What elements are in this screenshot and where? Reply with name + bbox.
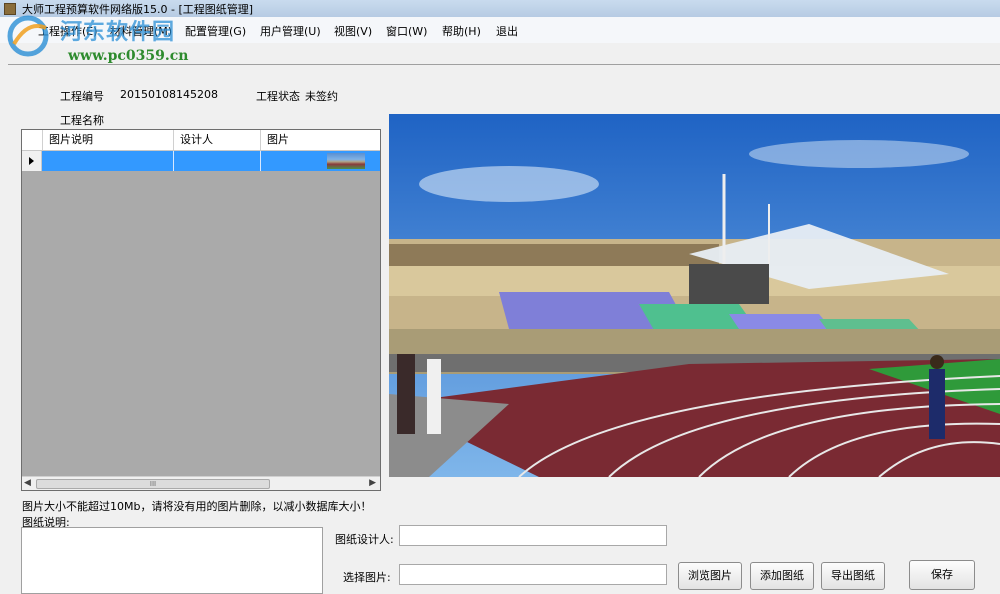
scroll-left-icon[interactable]: ◀ <box>24 478 31 488</box>
drawings-grid[interactable]: 图片说明 设计人 图片 ◀ III ▶ <box>21 129 381 491</box>
column-header-desc[interactable]: 图片说明 <box>43 130 174 150</box>
menu-config[interactable]: 配置管理(G) <box>185 23 246 39</box>
column-header-image[interactable]: 图片 <box>261 130 380 150</box>
save-button[interactable]: 保存 <box>909 560 975 590</box>
grid-header: 图片说明 设计人 图片 <box>22 130 380 151</box>
scroll-right-icon[interactable]: ▶ <box>369 478 376 488</box>
project-number-label: 工程编号 <box>60 90 104 103</box>
image-thumbnail <box>327 153 365 169</box>
project-number-value: 20150108145208 <box>120 88 218 101</box>
row-pointer-icon <box>22 151 42 171</box>
select-image-label: 选择图片: <box>343 571 391 584</box>
menu-user[interactable]: 用户管理(U) <box>260 23 321 39</box>
menu-exit[interactable]: 退出 <box>496 23 518 39</box>
table-row[interactable] <box>22 151 380 171</box>
menu-window[interactable]: 窗口(W) <box>386 23 427 39</box>
watermark-url: www.pc0359.cn <box>68 48 189 64</box>
drawing-preview-image <box>389 114 1000 477</box>
watermark-logo-icon <box>7 15 49 57</box>
selected-row-cells[interactable] <box>42 151 380 171</box>
add-drawing-button[interactable]: 添加图纸 <box>750 562 814 590</box>
menu-help[interactable]: 帮助(H) <box>442 23 481 39</box>
project-status-value: 未签约 <box>305 90 338 103</box>
divider <box>8 64 1000 65</box>
designer-label: 图纸设计人: <box>335 533 394 546</box>
project-status-label: 工程状态 <box>256 90 300 103</box>
size-notice: 图片大小不能超过10Mb，请将没有用的图片删除，以减小数据库大小！ <box>22 500 372 513</box>
scrollbar-thumb[interactable]: III <box>36 479 270 489</box>
browse-image-button[interactable]: 浏览图片 <box>678 562 742 590</box>
grid-corner <box>22 130 43 150</box>
export-drawing-button[interactable]: 导出图纸 <box>821 562 885 590</box>
column-header-designer[interactable]: 设计人 <box>174 130 261 150</box>
drawing-desc-textarea[interactable] <box>21 527 323 594</box>
watermark-text: 河东软件园 <box>60 19 176 45</box>
project-name-label: 工程名称 <box>60 114 104 127</box>
designer-input[interactable] <box>399 525 667 546</box>
menu-view[interactable]: 视图(V) <box>334 23 372 39</box>
select-image-input[interactable] <box>399 564 667 585</box>
horizontal-scrollbar[interactable]: ◀ III ▶ <box>22 476 380 490</box>
